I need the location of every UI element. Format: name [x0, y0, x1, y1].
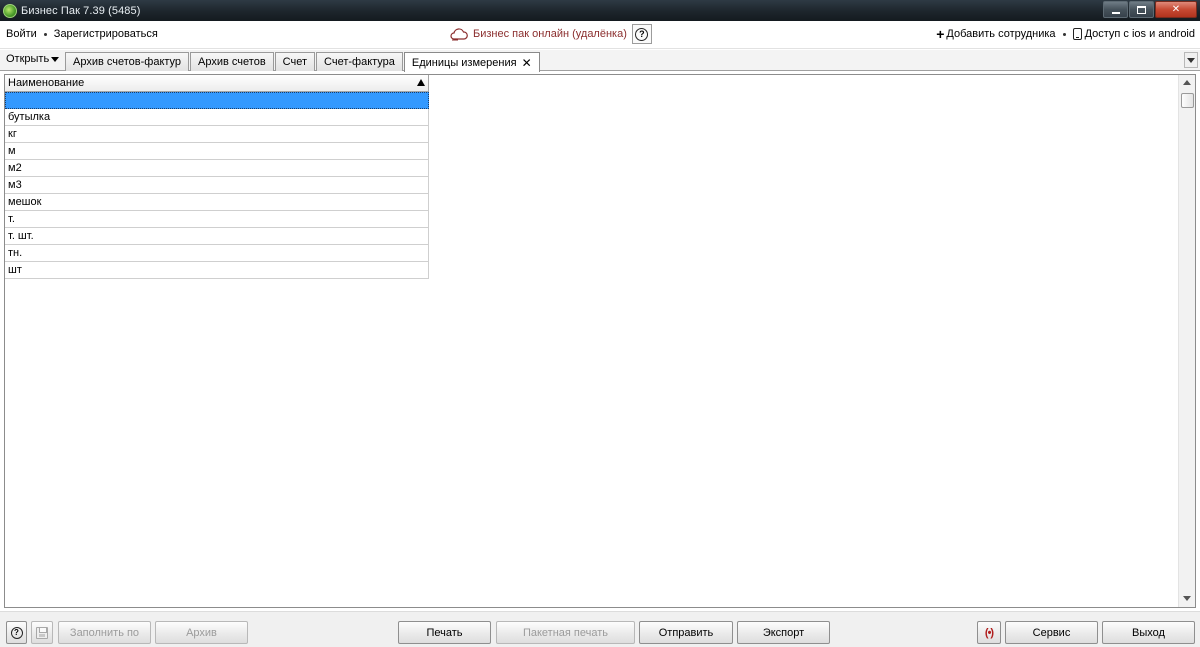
- minimize-button[interactable]: [1103, 1, 1128, 18]
- online-help-button[interactable]: ?: [631, 24, 652, 44]
- export-button[interactable]: Экспорт: [737, 621, 830, 644]
- register-link[interactable]: Зарегистрироваться: [54, 28, 158, 40]
- login-link[interactable]: Войти: [6, 28, 37, 40]
- archive-label: Архив: [186, 626, 217, 639]
- account-links: Войти Зарегистрироваться: [6, 28, 158, 40]
- close-icon: ✕: [1171, 3, 1181, 15]
- tab-bill-archive[interactable]: Архив счетов: [190, 52, 274, 71]
- scroll-down-icon[interactable]: [1183, 596, 1191, 601]
- tabs-overflow-button[interactable]: [1184, 52, 1198, 68]
- table-cell: тн.: [8, 247, 23, 259]
- tab-label: Счет-фактура: [324, 56, 395, 68]
- bottom-toolbar: ? Заполнить по Архив Печать Пакетная печ…: [0, 611, 1200, 647]
- mobile-phone-icon: [1072, 28, 1082, 40]
- title-bar: Бизнес Пак 7.39 (5485) ✕: [0, 0, 1200, 21]
- fill-by-button[interactable]: Заполнить по: [58, 621, 151, 644]
- tab-strip: Открыть Архив счетов-фактур Архив счетов…: [0, 50, 1200, 72]
- chevron-down-icon: [51, 56, 60, 62]
- table-row[interactable]: мешок: [5, 194, 429, 211]
- table-row[interactable]: м: [5, 143, 429, 160]
- column-header-name[interactable]: Наименование: [5, 75, 429, 92]
- tab-bill[interactable]: Счет: [274, 52, 316, 71]
- dot-separator-icon: [1062, 32, 1066, 36]
- window-title: Бизнес Пак 7.39 (5485): [21, 4, 141, 17]
- right-links: + Добавить сотрудника Доступ с ios и and…: [936, 26, 1195, 42]
- document-tabs: Архив счетов-фактур Архив счетов Счет Сч…: [65, 52, 541, 72]
- service-label: Сервис: [1032, 626, 1071, 639]
- broadcast-icon: (•): [984, 626, 994, 639]
- plus-icon: +: [936, 26, 945, 42]
- table-row[interactable]: шт: [5, 262, 429, 279]
- save-icon: [36, 626, 48, 639]
- batch-print-button[interactable]: Пакетная печать: [496, 621, 635, 644]
- exit-label: Выход: [1132, 626, 1165, 639]
- service-button[interactable]: Сервис: [1005, 621, 1098, 644]
- online-section: Бизнес пак онлайн (удалёнка) ?: [449, 24, 652, 44]
- table-cell: т. шт.: [8, 230, 34, 242]
- table-cell: кг: [8, 128, 17, 140]
- archive-button[interactable]: Архив: [155, 621, 248, 644]
- chevron-down-icon: [1187, 57, 1195, 63]
- online-remote-link[interactable]: Бизнес пак онлайн (удалёнка): [473, 28, 627, 40]
- exit-button[interactable]: Выход: [1102, 621, 1195, 644]
- dot-separator-icon: [43, 32, 47, 36]
- tab-invoice-archive[interactable]: Архив счетов-фактур: [65, 52, 190, 71]
- save-button[interactable]: [31, 621, 53, 644]
- table-row[interactable]: тн.: [5, 245, 429, 262]
- broadcast-button[interactable]: (•): [977, 621, 1001, 644]
- scroll-up-icon[interactable]: [1183, 80, 1191, 85]
- table-row[interactable]: бутылка: [5, 109, 429, 126]
- table-row[interactable]: т.: [5, 211, 429, 228]
- scroll-thumb[interactable]: [1181, 93, 1194, 108]
- print-button[interactable]: Печать: [398, 621, 491, 644]
- fill-by-label: Заполнить по: [69, 626, 140, 639]
- close-button[interactable]: ✕: [1155, 1, 1197, 18]
- tab-invoice[interactable]: Счет-фактура: [316, 52, 403, 71]
- table-cell: мешок: [8, 196, 42, 208]
- maximize-icon: [1137, 5, 1146, 14]
- help-button[interactable]: ?: [6, 621, 27, 644]
- cloud-icon: [450, 28, 468, 41]
- table-cell: м: [8, 145, 16, 157]
- close-tab-icon[interactable]: ✕: [522, 57, 532, 69]
- tab-units-of-measure[interactable]: Единицы измерения ✕: [403, 52, 540, 72]
- sort-ascending-icon: [417, 79, 425, 86]
- open-menu-label: Открыть: [6, 53, 50, 65]
- print-label: Печать: [426, 626, 463, 639]
- top-menu-bar: Войти Зарегистрироваться Бизнес пак онла…: [0, 21, 1200, 49]
- add-employee-link[interactable]: Добавить сотрудника: [946, 28, 1055, 40]
- tab-label: Единицы измерения: [411, 56, 517, 69]
- units-grid: Наименование бутылка кг м м2 м3 мешок т.…: [5, 75, 429, 279]
- table-row[interactable]: м3: [5, 177, 429, 194]
- maximize-button[interactable]: [1129, 1, 1154, 18]
- tab-label: Архив счетов: [198, 56, 266, 68]
- mobile-access-link[interactable]: Доступ с ios и android: [1085, 28, 1195, 40]
- help-icon: ?: [10, 626, 23, 639]
- window-controls: ✕: [1103, 1, 1197, 18]
- table-row[interactable]: кг: [5, 126, 429, 143]
- table-cell: т.: [8, 213, 15, 225]
- vertical-scrollbar[interactable]: [1178, 75, 1195, 607]
- tab-label: Счет: [282, 56, 308, 68]
- table-row[interactable]: м2: [5, 160, 429, 177]
- table-cell: м2: [8, 162, 22, 174]
- table-cell: шт: [8, 264, 22, 276]
- export-label: Экспорт: [762, 626, 805, 639]
- column-header-label: Наименование: [8, 77, 85, 89]
- batch-print-label: Пакетная печать: [522, 626, 609, 639]
- tab-label: Архив счетов-фактур: [73, 56, 182, 68]
- help-icon: ?: [635, 27, 649, 41]
- send-label: Отправить: [658, 626, 714, 639]
- main-content: Наименование бутылка кг м м2 м3 мешок т.…: [4, 74, 1196, 608]
- table-cell: м3: [8, 179, 22, 191]
- table-row[interactable]: [5, 92, 429, 109]
- table-cell: бутылка: [8, 111, 51, 123]
- minimize-icon: [1111, 11, 1120, 14]
- app-logo-icon: [3, 3, 17, 18]
- table-row[interactable]: т. шт.: [5, 228, 429, 245]
- open-menu-button[interactable]: Открыть: [6, 53, 60, 65]
- send-button[interactable]: Отправить: [639, 621, 733, 644]
